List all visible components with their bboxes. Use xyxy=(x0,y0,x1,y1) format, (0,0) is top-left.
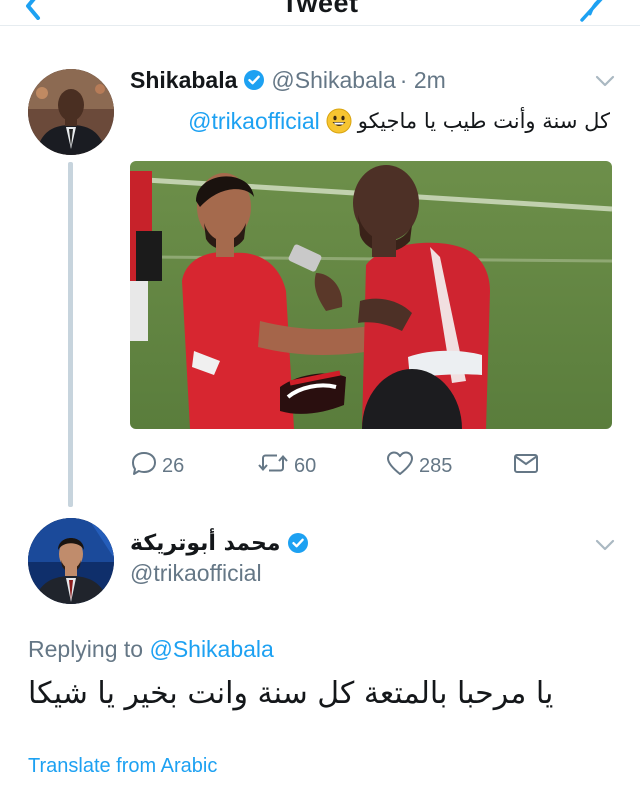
tweet1-mention[interactable]: @trikaofficial xyxy=(188,108,320,135)
tweet1-actions: 26 60 285 xyxy=(130,448,610,484)
avatar-trikaofficial[interactable] xyxy=(28,518,114,604)
tweet1-time: · 2m xyxy=(399,66,446,93)
tweet1-header: Shikabala @Shikabala · 2m xyxy=(130,64,446,96)
retweet-count: 60 xyxy=(294,454,317,477)
tweet1-photo[interactable] xyxy=(130,161,612,429)
retweet-icon xyxy=(256,449,294,483)
reply-button[interactable]: 26 xyxy=(130,448,184,484)
tweet1-text: @trikaofficial كل سنة وأنت طيب يا ماجيكو xyxy=(130,104,610,138)
avatar-shikabala[interactable] xyxy=(28,69,114,155)
tweet2-text: يا مرحبا بالمتعة كل سنة وانت بخير يا شيك… xyxy=(28,676,588,728)
tweet2-handle[interactable]: @trikaofficial xyxy=(130,560,262,587)
thread-connector-line xyxy=(68,162,73,507)
verified-badge-icon xyxy=(287,532,309,554)
direct-message-button[interactable] xyxy=(512,448,544,484)
translate-link[interactable]: Translate from Arabic xyxy=(28,755,217,778)
replying-to-mention[interactable]: @Shikabala xyxy=(149,636,273,662)
reply-count: 26 xyxy=(162,454,185,477)
chevron-down-icon[interactable] xyxy=(594,74,616,88)
grinning-face-emoji-icon xyxy=(326,108,352,134)
tweet2-display-name[interactable]: محمد أبوتريكة xyxy=(130,531,281,556)
retweet-button[interactable]: 60 xyxy=(256,448,316,484)
tweet1-handle[interactable]: @Shikabala xyxy=(271,67,395,94)
tweet1-arabic-text: كل سنة وأنت طيب يا ماجيكو xyxy=(357,109,610,133)
envelope-icon xyxy=(512,449,544,483)
chevron-down-icon[interactable] xyxy=(594,538,616,552)
tweet2-arabic-text: يا مرحبا بالمتعة كل سنة وانت بخير يا شيك… xyxy=(28,676,554,711)
heart-icon xyxy=(385,449,419,483)
page-title: Tweet xyxy=(281,0,359,18)
replying-to-line: Replying to @Shikabala xyxy=(28,636,274,663)
like-button[interactable]: 285 xyxy=(385,448,452,484)
top-bar: Tweet xyxy=(0,0,640,26)
tweet1-display-name[interactable]: Shikabala xyxy=(130,67,237,94)
verified-badge-icon xyxy=(243,69,265,91)
like-count: 285 xyxy=(419,454,453,477)
reply-icon xyxy=(130,449,162,483)
compose-feather-icon[interactable] xyxy=(576,0,606,24)
tweet2-header: محمد أبوتريكة xyxy=(130,525,315,561)
replying-prefix: Replying to xyxy=(28,636,144,662)
